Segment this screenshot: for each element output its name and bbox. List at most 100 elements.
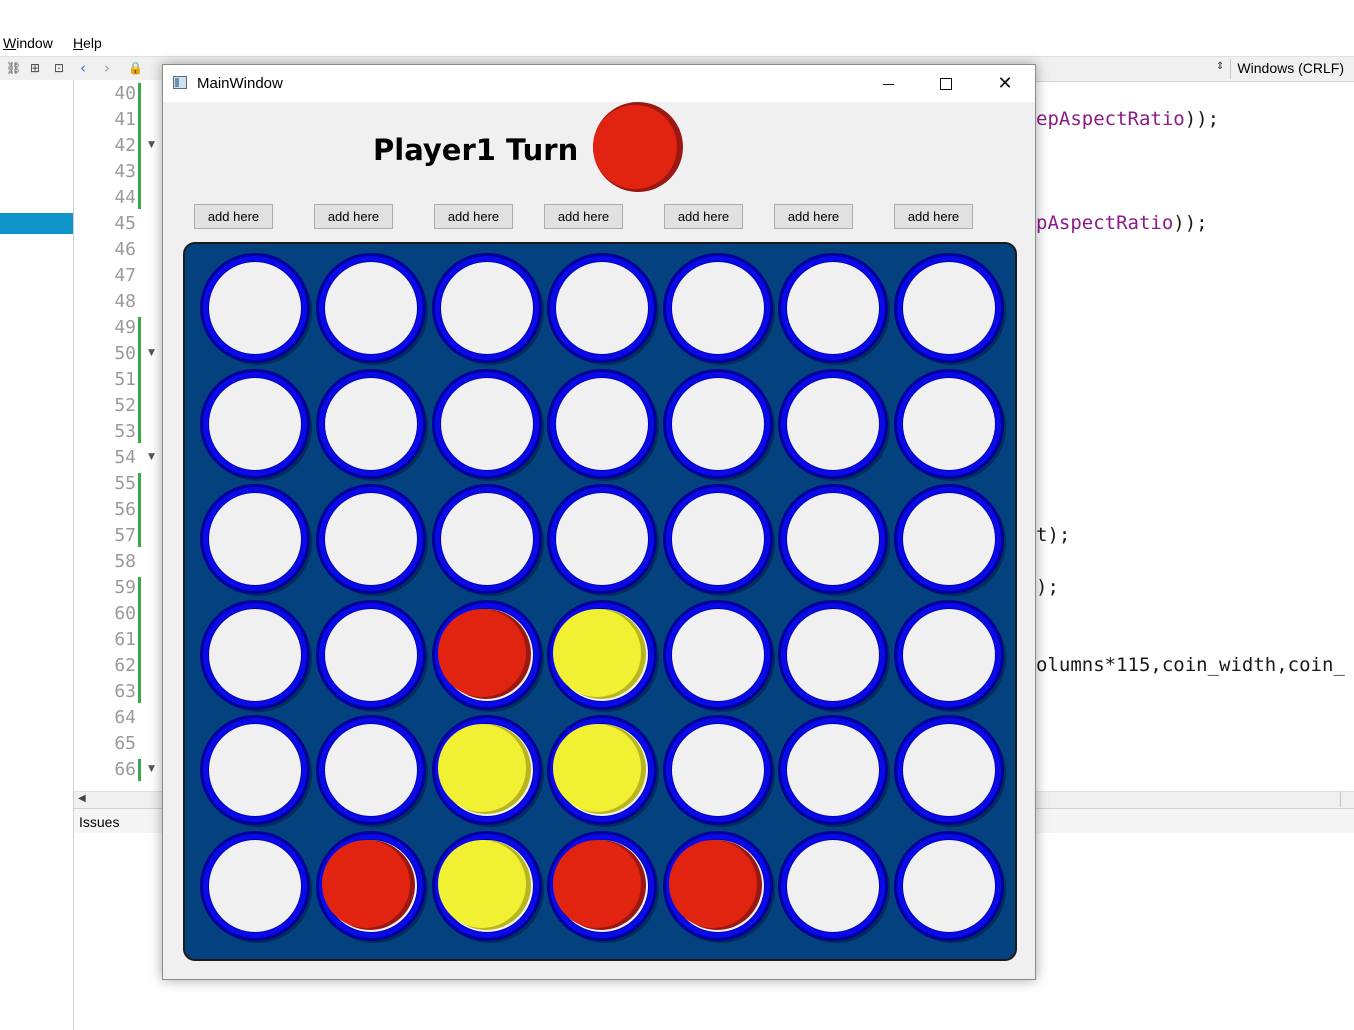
fold-arrow-icon[interactable]: ▼ bbox=[148, 764, 155, 774]
game-board bbox=[183, 242, 1017, 961]
close-icon: ✕ bbox=[997, 73, 1013, 94]
line-number: 60 bbox=[114, 603, 136, 624]
menu-window[interactable]: Window bbox=[3, 35, 53, 51]
line-number: 62 bbox=[114, 655, 136, 676]
change-marker bbox=[138, 317, 141, 443]
board-cell-r4-c3 bbox=[432, 600, 544, 712]
fold-arrow-icon[interactable]: ▼ bbox=[148, 348, 155, 358]
maximize-button[interactable] bbox=[917, 65, 975, 102]
line-number: 59 bbox=[114, 577, 136, 598]
board-cell-r2-c4 bbox=[547, 369, 659, 481]
change-marker bbox=[138, 759, 141, 781]
title-bar[interactable]: MainWindow ✕ bbox=[163, 65, 1035, 102]
line-number: 49 bbox=[114, 317, 136, 338]
board-cell-r4-c2 bbox=[316, 600, 428, 712]
line-number: 65 bbox=[114, 733, 136, 754]
board-cell-r6-c2 bbox=[316, 831, 428, 943]
board-cell-r3-c1 bbox=[200, 484, 312, 596]
back-icon[interactable]: ‹ bbox=[80, 59, 86, 77]
change-marker bbox=[138, 577, 141, 703]
line-number: 66 bbox=[114, 759, 136, 780]
add-here-button-col-6[interactable]: add here bbox=[774, 204, 853, 229]
line-number: 42 bbox=[114, 135, 136, 156]
code-line-62: olumns*115,coin_width,coin_ bbox=[1036, 654, 1345, 676]
sidebar-selected-item[interactable] bbox=[0, 213, 73, 234]
minimize-icon bbox=[882, 83, 894, 85]
code-line-57: t); bbox=[1036, 524, 1071, 546]
code-line-41: epAspectRatio)); bbox=[1036, 108, 1220, 130]
code-line-59: ); bbox=[1036, 576, 1059, 598]
line-number: 41 bbox=[114, 109, 136, 130]
line-number: 50 bbox=[114, 343, 136, 364]
window-title: MainWindow bbox=[197, 75, 283, 92]
lock-icon[interactable]: 🔒 bbox=[128, 61, 143, 75]
board-cell-r2-c1 bbox=[200, 369, 312, 481]
line-number: 45 bbox=[114, 213, 136, 234]
line-number: 44 bbox=[114, 187, 136, 208]
line-number: 57 bbox=[114, 525, 136, 546]
maximize-icon bbox=[940, 78, 952, 90]
board-cell-r1-c1 bbox=[200, 253, 312, 365]
board-cell-r4-c4 bbox=[547, 600, 659, 712]
menu-help[interactable]: Help bbox=[73, 35, 102, 51]
line-ending-selector[interactable]: Windows (CRLF) bbox=[1237, 60, 1344, 76]
close-button[interactable]: ✕ bbox=[976, 65, 1034, 102]
fold-arrow-icon[interactable]: ▼ bbox=[148, 140, 155, 150]
scroll-left-icon[interactable]: ◀ bbox=[78, 793, 86, 804]
board-cell-r6-c3 bbox=[432, 831, 544, 943]
line-number: 43 bbox=[114, 161, 136, 182]
ide-sidebar bbox=[0, 80, 74, 1030]
board-cell-r5-c1 bbox=[200, 715, 312, 827]
sort-arrows-icon[interactable]: ⇕ bbox=[1216, 61, 1224, 72]
board-cell-r2-c3 bbox=[432, 369, 544, 481]
add-here-button-col-5[interactable]: add here bbox=[664, 204, 743, 229]
line-number: 51 bbox=[114, 369, 136, 390]
board-cell-r4-c7 bbox=[894, 600, 1006, 712]
app-window-icon bbox=[173, 76, 187, 89]
board-cell-r6-c5 bbox=[663, 831, 775, 943]
add-here-button-col-7[interactable]: add here bbox=[894, 204, 973, 229]
board-cell-r2-c5 bbox=[663, 369, 775, 481]
line-number: 58 bbox=[114, 551, 136, 572]
ide-menubar: Window Help bbox=[0, 32, 1354, 54]
line-number-gutter: 40 41 42 43 44 45 46 47 48 49 50 51 52 53 54 55 56 57 58 59… bbox=[74, 80, 162, 790]
board-cell-r4-c6 bbox=[778, 600, 890, 712]
forward-icon[interactable]: › bbox=[104, 59, 110, 77]
scrollbar-end bbox=[1340, 791, 1341, 807]
turn-label: Player1 Turn bbox=[373, 133, 579, 167]
line-number: 46 bbox=[114, 239, 136, 260]
board-cell-r3-c2 bbox=[316, 484, 428, 596]
line-number: 40 bbox=[114, 83, 136, 104]
board-cell-r2-c6 bbox=[778, 369, 890, 481]
line-number: 53 bbox=[114, 421, 136, 442]
board-cell-r6-c6 bbox=[778, 831, 890, 943]
line-number: 55 bbox=[114, 473, 136, 494]
board-cell-r3-c6 bbox=[778, 484, 890, 596]
board-cell-r5-c3 bbox=[432, 715, 544, 827]
board-cell-r2-c7 bbox=[894, 369, 1006, 481]
add-here-button-col-4[interactable]: add here bbox=[544, 204, 623, 229]
line-number: 52 bbox=[114, 395, 136, 416]
line-number: 47 bbox=[114, 265, 136, 286]
line-number: 64 bbox=[114, 707, 136, 728]
turn-indicator-coin bbox=[593, 102, 683, 192]
board-cell-r5-c7 bbox=[894, 715, 1006, 827]
board-cell-r5-c6 bbox=[778, 715, 890, 827]
main-window: MainWindow ✕ Player1 Turn add here add he… bbox=[162, 64, 1036, 980]
board-cell-r6-c1 bbox=[200, 831, 312, 943]
add-here-button-col-3[interactable]: add here bbox=[434, 204, 513, 229]
toolbar-separator bbox=[1230, 59, 1231, 79]
minimize-button[interactable] bbox=[859, 65, 917, 102]
issues-title: Issues bbox=[79, 814, 120, 830]
add-here-button-col-2[interactable]: add here bbox=[314, 204, 393, 229]
add-here-button-col-1[interactable]: add here bbox=[194, 204, 273, 229]
board-cell-r1-c2 bbox=[316, 253, 428, 365]
change-marker bbox=[138, 473, 141, 547]
close-split-icon[interactable]: ⊡ bbox=[54, 61, 64, 75]
line-number: 56 bbox=[114, 499, 136, 520]
split-icon[interactable]: ⊞ bbox=[30, 61, 40, 75]
line-number: 61 bbox=[114, 629, 136, 650]
fold-arrow-icon[interactable]: ▼ bbox=[148, 452, 155, 462]
link-icon[interactable]: ⛓ bbox=[6, 61, 21, 75]
board-cell-r5-c5 bbox=[663, 715, 775, 827]
